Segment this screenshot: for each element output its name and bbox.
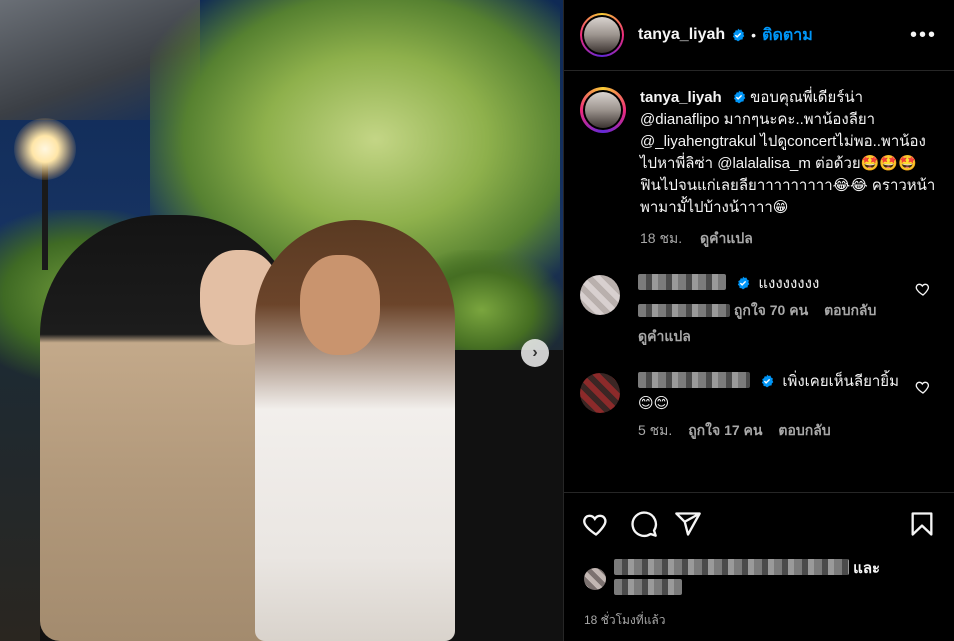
author-username[interactable]: tanya_liyah [638,26,725,44]
comment-reply-button[interactable]: ตอบกลับ [824,302,876,318]
comment-icon[interactable] [630,510,658,538]
bookmark-icon[interactable] [908,510,936,538]
post-photo[interactable]: › [0,0,563,641]
follow-button[interactable]: ติดตาม [762,23,813,48]
comment-translate-link[interactable]: ดูคำแปล [638,328,691,344]
comment-like-heart-icon[interactable] [915,379,931,395]
post-caption: tanya_liyah ขอบคุณพี่เดียร์น่า @dianafli… [580,87,939,249]
commenter-avatar[interactable] [580,275,620,315]
verified-badge-icon [738,276,750,290]
comment-item: เพิ่งเคยเห็นลียายิ้ม 😊😊 5 ชม. ถูกใจ 17 ค… [580,371,939,441]
comment-likes[interactable]: ถูกใจ 70 คน [734,302,808,318]
caption-avatar[interactable] [580,87,626,133]
caption-text-line1: ขอบคุณพี่เดียร์น่า [750,89,864,106]
blurred-likers [614,559,849,575]
caption-translate-link[interactable]: ดูคำแปล [700,230,753,246]
separator-dot: • [751,27,757,43]
comment-likes[interactable]: ถูกใจ 17 คน [688,422,762,438]
photo-lamp-light [14,118,76,180]
comment-text: แงงงงงงง [758,275,820,292]
blurred-time [638,304,730,317]
likes-summary: และ [584,559,939,599]
verified-badge-icon [762,374,774,388]
blurred-username [638,372,750,388]
post-side-panel: tanya_liyah • ติดตาม ••• tanya_liyah ขอบ… [563,0,954,641]
caption-meta: 18 ชม. ดูคำแปล [640,227,939,249]
comment-reply-button[interactable]: ตอบกลับ [778,422,830,438]
blurred-likes-count[interactable] [614,579,682,595]
post-actions: และ 18 ชั่วโมงที่แล้ว [564,492,954,641]
comment-meta: 5 ชม. ถูกใจ 17 คน ตอบกลับ [638,419,918,441]
caption-time: 18 ชม. [640,230,683,246]
verified-badge-icon [733,28,745,42]
comment-time: 5 ชม. [638,422,673,438]
chevron-right-icon: › [532,344,538,361]
comment-like-heart-icon[interactable] [915,281,931,297]
verified-badge-icon [733,90,746,104]
share-icon[interactable] [674,510,702,538]
liker-avatar[interactable] [584,568,606,590]
post-timestamp: 18 ชั่วโมงที่แล้ว [584,613,666,627]
comment-meta: ถูกใจ 70 คน ตอบกลับ [638,299,918,321]
commenter-avatar[interactable] [580,373,620,413]
comments-scroll-area[interactable]: tanya_liyah ขอบคุณพี่เดียร์น่า @dianafli… [564,71,954,492]
likes-suffix: และ [853,560,881,577]
comment-item: แงงงงงงง ถูกใจ 70 คน ตอบกลับ ดูคำแปล [580,273,939,347]
heart-icon[interactable] [582,510,610,538]
caption-text: @dianaflipo มากๆนะคะ..พาน้องลียา @_liyah… [640,111,936,216]
post-header: tanya_liyah • ติดตาม ••• [564,0,954,71]
author-avatar[interactable] [580,13,624,57]
more-options-icon[interactable]: ••• [910,25,937,45]
caption-username[interactable]: tanya_liyah [640,89,722,106]
blurred-username [638,274,726,290]
carousel-next-button[interactable]: › [521,339,549,367]
photo-face-right [300,255,380,355]
